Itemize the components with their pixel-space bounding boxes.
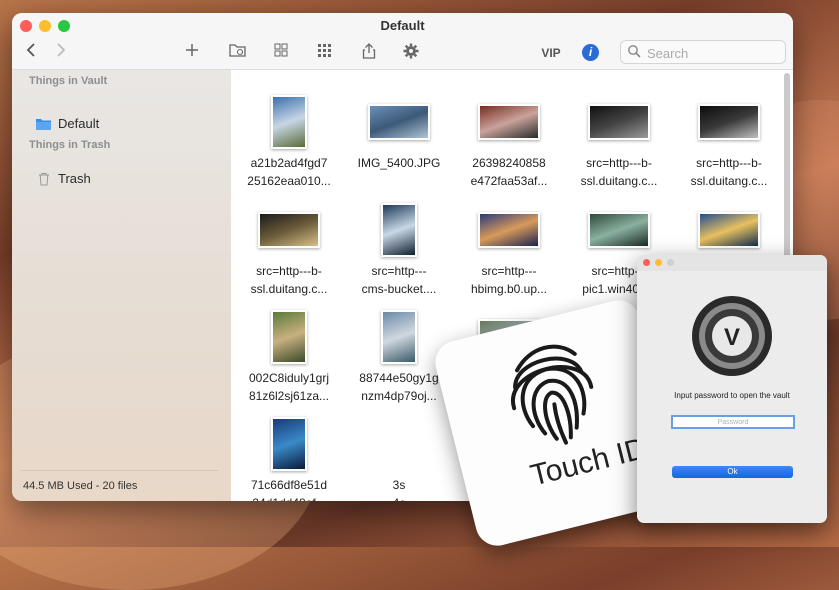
vault-logo-icon: V — [692, 296, 772, 376]
file-thumbnail — [271, 417, 307, 471]
file-tile[interactable]: src=http--- cms-bucket.... — [344, 200, 454, 305]
file-name-line1: a21b2ad4fgd7 — [250, 156, 328, 170]
file-name-line1: src=http--- — [371, 264, 427, 278]
file-tile[interactable]: src=http---b-ssl.duitang.c... — [564, 92, 674, 197]
file-name-line1: 26398240858 — [472, 156, 546, 170]
storage-status: 44.5 MB Used - 20 files — [23, 480, 138, 492]
file-name-line1: src=http---b- — [586, 156, 652, 170]
file-thumbnail — [588, 104, 650, 140]
ok-button[interactable]: Ok — [672, 466, 793, 478]
file-thumbnail — [478, 104, 540, 140]
file-name-line2: nzm4dp79oj... — [361, 389, 437, 403]
file-name-line1: src=http---b- — [696, 156, 762, 170]
file-thumbnail — [698, 104, 760, 140]
search-field[interactable] — [620, 40, 786, 64]
file-name-line2: ssl.duitang.c... — [250, 282, 328, 296]
file-tile[interactable]: 002C8iduly1grj 81z6l2sj61za... — [234, 307, 344, 412]
file-thumbnail — [381, 203, 417, 257]
file-tile[interactable]: IMG_5400.JPG — [344, 92, 454, 197]
file-name-line1: src=http---b- — [256, 264, 322, 278]
file-name-line2: e472faa53af... — [470, 174, 548, 188]
sidebar: Things in Vault Default Things in Trash … — [12, 70, 231, 501]
title-bar: Default VIP i — [12, 13, 793, 70]
file-name-line1: 71c66df8e51d — [250, 478, 328, 492]
dialog-title-bar — [637, 255, 827, 271]
sidebar-item-label: Default — [58, 116, 100, 131]
password-field[interactable] — [671, 415, 795, 429]
file-tile[interactable]: src=http--- hbimg.b0.up... — [454, 200, 564, 305]
file-thumbnail — [588, 212, 650, 248]
file-name-line2: 81z6l2sj61za... — [248, 389, 330, 403]
file-thumbnail — [478, 212, 540, 248]
file-tile[interactable]: src=http---b-ssl.duitang.c... — [234, 200, 344, 305]
file-name-line2: 25162eaa010... — [247, 174, 331, 188]
list-view-icon[interactable] — [316, 43, 332, 63]
trash-icon — [39, 173, 49, 186]
file-name-line2: 4c — [344, 494, 454, 501]
window-title: Default — [380, 18, 425, 33]
file-thumbnail — [368, 426, 430, 462]
file-name-line2: 24d1dd48af... — [234, 494, 344, 501]
file-name-line2: ssl.duitang.c... — [690, 174, 768, 188]
gear-icon[interactable] — [402, 43, 420, 63]
file-name-line1: src=http--- — [481, 264, 537, 278]
vip-button[interactable]: VIP — [539, 43, 563, 63]
fingerprint-icon — [511, 344, 594, 445]
unlock-dialog: V Input password to open the vault Ok — [637, 255, 827, 523]
sidebar-section-trash: Things in Trash — [29, 139, 111, 151]
file-thumbnail — [271, 310, 307, 364]
file-name-line1: 002C8iduly1grj — [248, 371, 330, 385]
search-icon — [628, 45, 641, 58]
zoom-button[interactable] — [667, 259, 674, 266]
sidebar-divider — [20, 470, 219, 471]
folder-icon — [36, 119, 51, 130]
file-name-line2: cms-bucket.... — [361, 282, 437, 296]
sidebar-section-vault: Things in Vault — [29, 75, 108, 87]
sidebar-item-label: Trash — [58, 171, 91, 186]
share-icon[interactable] — [361, 43, 377, 63]
file-thumbnail — [698, 212, 760, 248]
file-name-line2: hbimg.b0.up... — [470, 282, 548, 296]
back-icon[interactable] — [24, 43, 38, 63]
file-thumbnail — [368, 104, 430, 140]
file-thumbnail — [271, 95, 307, 149]
add-icon[interactable] — [184, 43, 200, 63]
forward-icon[interactable] — [54, 43, 68, 63]
file-tile[interactable]: a21b2ad4fgd7 25162eaa010... — [234, 92, 344, 197]
info-icon[interactable]: i — [582, 44, 599, 61]
vault-logo-letter: V — [724, 324, 740, 351]
file-tile[interactable]: src=http---b-ssl.duitang.c... — [674, 92, 784, 197]
file-thumbnail — [381, 310, 417, 364]
unlock-prompt: Input password to open the vault — [674, 391, 790, 400]
file-thumbnail — [258, 212, 320, 248]
search-input[interactable] — [645, 44, 779, 62]
file-tile[interactable]: 71c66df8e51d 24d1dd48af... — [234, 414, 344, 501]
file-name-line1: IMG_5400.JPG — [357, 156, 441, 170]
file-tile[interactable]: 3s4c — [344, 414, 454, 501]
grid-view-icon[interactable] — [273, 43, 289, 63]
file-tile[interactable]: 26398240858 e472faa53af... — [454, 92, 564, 197]
file-name-line2: ssl.duitang.c... — [580, 174, 658, 188]
close-button[interactable] — [643, 259, 650, 266]
new-folder-icon[interactable] — [228, 43, 246, 63]
minimize-button[interactable] — [655, 259, 662, 266]
file-name-line1: 3s — [392, 478, 406, 492]
